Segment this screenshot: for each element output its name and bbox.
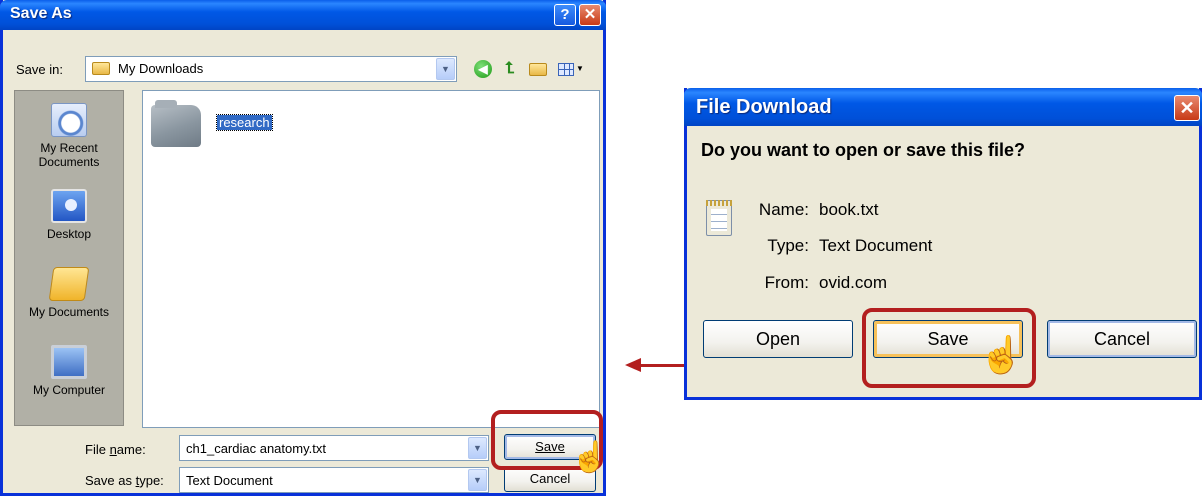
place-label: Desktop (46, 227, 92, 241)
close-button[interactable]: ✕ (1174, 95, 1200, 121)
chevron-down-icon[interactable]: ▼ (436, 58, 455, 80)
annotation-arrow-head (625, 358, 641, 372)
place-my-recent-documents[interactable]: My Recent Documents (15, 103, 123, 169)
new-folder-icon (529, 63, 547, 76)
place-label: Documents (38, 155, 100, 169)
new-folder-button[interactable] (527, 58, 549, 80)
view-grid-icon (558, 63, 574, 76)
file-download-dialog: File Download ✕ Do you want to open or s… (684, 88, 1202, 400)
chevron-down-icon: ▼ (576, 64, 584, 73)
open-button[interactable]: Open (703, 320, 853, 358)
save-as-type-label: Save as type: (85, 473, 164, 488)
download-question: Do you want to open or save this file? (701, 140, 1026, 160)
close-button[interactable]: ✕ (579, 4, 601, 26)
file-list[interactable]: research (142, 90, 600, 428)
save-as-type-dropdown[interactable]: Text Document ▼ (179, 467, 489, 493)
save-as-dialog: Save As ? ✕ Save in: My Downloads ▼ ◀ ⮤ … (0, 0, 609, 496)
open-button-label: Open (755, 329, 801, 349)
folder-icon (92, 62, 110, 75)
file-item-label[interactable]: research (216, 114, 273, 131)
desktop-icon (51, 189, 87, 223)
my-computer-icon (51, 345, 87, 379)
file-download-titlebar[interactable]: File Download ✕ (684, 88, 1202, 126)
place-my-documents[interactable]: My Documents (15, 267, 123, 319)
folder-icon[interactable] (151, 100, 201, 147)
type-value: Text Document (819, 236, 933, 255)
from-label: From: (764, 273, 809, 292)
cancel-button[interactable]: Cancel (1047, 320, 1197, 358)
save-as-title: Save As (10, 5, 72, 22)
chevron-down-icon[interactable]: ▼ (468, 437, 487, 459)
places-bar: My Recent Documents Desktop My Documents… (14, 90, 124, 426)
file-name-label: File name: (85, 442, 146, 457)
up-one-level-button[interactable]: ⮤ (499, 58, 521, 80)
place-desktop[interactable]: Desktop (15, 189, 123, 241)
name-value: book.txt (819, 200, 879, 219)
cancel-button-label: Cancel (529, 471, 571, 486)
recent-documents-icon (51, 103, 87, 137)
type-label: Type: (767, 236, 809, 255)
place-label: My Computer (32, 383, 106, 397)
back-arrow-icon: ◀ (474, 60, 492, 78)
text-document-icon (706, 200, 732, 236)
file-name-field[interactable]: ch1_cardiac anatomy.txt ▼ (179, 435, 489, 461)
save-in-label: Save in: (16, 62, 63, 77)
up-folder-icon: ⮤ (505, 60, 515, 77)
back-button[interactable]: ◀ (472, 58, 494, 80)
file-download-title: File Download (696, 96, 832, 118)
hand-cursor-icon: ☝ (979, 334, 1024, 375)
view-menu-button[interactable]: ▼ (555, 58, 585, 80)
my-documents-icon (48, 267, 90, 301)
chevron-down-icon[interactable]: ▼ (468, 469, 487, 491)
save-as-type-value: Text Document (186, 473, 273, 488)
save-in-value: My Downloads (118, 61, 204, 76)
save-as-titlebar[interactable]: Save As ? ✕ (0, 0, 606, 30)
file-name-value: ch1_cardiac anatomy.txt (186, 441, 326, 456)
cancel-button-label: Cancel (1093, 329, 1151, 349)
help-button[interactable]: ? (554, 4, 576, 26)
hand-cursor-icon: ☝ (571, 441, 609, 474)
from-value: ovid.com (819, 273, 888, 292)
place-label: My Recent (40, 141, 98, 155)
place-my-computer[interactable]: My Computer (15, 345, 123, 397)
name-label: Name: (758, 200, 809, 219)
save-in-dropdown[interactable]: My Downloads ▼ (85, 56, 457, 82)
place-label: My Documents (28, 305, 110, 319)
